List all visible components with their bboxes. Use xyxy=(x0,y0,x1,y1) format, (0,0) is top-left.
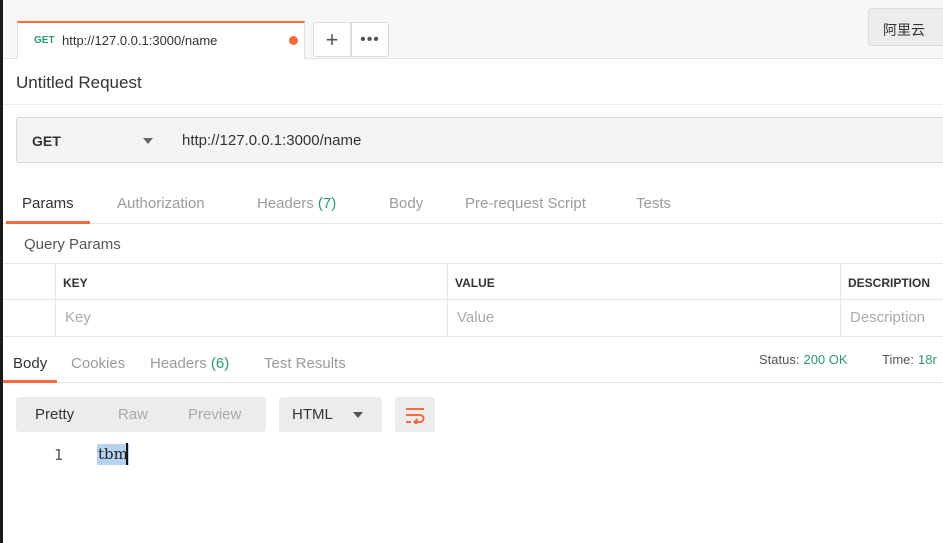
tab-prerequest-script[interactable]: Pre-request Script xyxy=(465,195,586,224)
description-input[interactable]: Description xyxy=(840,300,943,336)
query-params-label: Query Params xyxy=(24,236,121,253)
tab-headers-count: (7) xyxy=(317,195,337,212)
query-params-table: KEY VALUE DESCRIPTION Key Value Descript… xyxy=(3,263,943,337)
response-body-text[interactable]: tbm xyxy=(97,444,129,465)
new-tab-button[interactable]: + xyxy=(313,22,351,57)
format-select[interactable]: HTML xyxy=(279,397,382,432)
response-tab-headers[interactable]: Headers (6) xyxy=(150,355,229,383)
tab-authorization[interactable]: Authorization xyxy=(117,195,205,224)
format-label: HTML xyxy=(292,406,333,423)
unsaved-dot-icon xyxy=(289,36,298,45)
view-pretty-button[interactable]: Pretty xyxy=(35,406,74,423)
status-value: 200 OK xyxy=(803,352,848,367)
tab-tests[interactable]: Tests xyxy=(636,195,671,224)
request-tab[interactable]: GET http://127.0.0.1:3000/name xyxy=(17,21,305,59)
key-input[interactable]: Key xyxy=(55,300,447,336)
text-cursor xyxy=(126,443,128,465)
environment-selector[interactable]: 阿里云 xyxy=(868,8,943,46)
view-preview-button[interactable]: Preview xyxy=(188,406,241,423)
method-label: GET xyxy=(32,133,61,149)
chevron-down-icon xyxy=(143,138,153,144)
tab-headers-label: Headers xyxy=(257,195,314,212)
column-header-key: KEY xyxy=(63,276,88,290)
response-time: Time: 18r xyxy=(882,352,937,367)
request-title-row: Untitled Request xyxy=(3,59,943,105)
plus-icon: + xyxy=(325,26,339,52)
request-tabs: Params Authorization Headers (7) Body Pr… xyxy=(3,186,943,224)
status-label: Status: xyxy=(759,352,800,367)
method-select[interactable]: GET xyxy=(16,117,169,163)
view-raw-button[interactable]: Raw xyxy=(118,406,148,423)
url-input[interactable]: http://127.0.0.1:3000/name xyxy=(168,117,943,163)
tab-body[interactable]: Body xyxy=(389,195,423,224)
request-title[interactable]: Untitled Request xyxy=(16,73,142,93)
time-label: Time: xyxy=(882,352,915,367)
response-tab-test-results[interactable]: Test Results xyxy=(264,355,346,383)
tab-params[interactable]: Params xyxy=(6,195,90,224)
response-tab-headers-label: Headers xyxy=(150,355,207,372)
wrap-lines-button[interactable] xyxy=(395,397,435,432)
chevron-down-icon xyxy=(353,412,363,418)
column-header-value: VALUE xyxy=(455,276,495,290)
response-tab-headers-count: (6) xyxy=(210,355,230,372)
more-icon: ••• xyxy=(360,30,380,48)
response-tab-cookies[interactable]: Cookies xyxy=(71,355,125,383)
value-input[interactable]: Value xyxy=(447,300,840,336)
time-value: 18r xyxy=(918,352,937,367)
tab-headers[interactable]: Headers (7) xyxy=(257,195,336,224)
tab-url: http://127.0.0.1:3000/name xyxy=(62,33,218,48)
view-mode-segment: Pretty Raw Preview xyxy=(16,397,266,432)
wrap-lines-icon xyxy=(406,407,425,424)
more-tabs-button[interactable]: ••• xyxy=(351,22,389,57)
tab-bar: GET http://127.0.0.1:3000/name + ••• 阿里云 xyxy=(3,0,943,59)
line-number: 1 xyxy=(54,446,64,464)
response-status: Status: 200 OK xyxy=(759,352,848,367)
tab-method: GET xyxy=(34,35,55,46)
column-header-description: DESCRIPTION xyxy=(848,276,931,290)
response-tab-body[interactable]: Body xyxy=(3,355,58,383)
